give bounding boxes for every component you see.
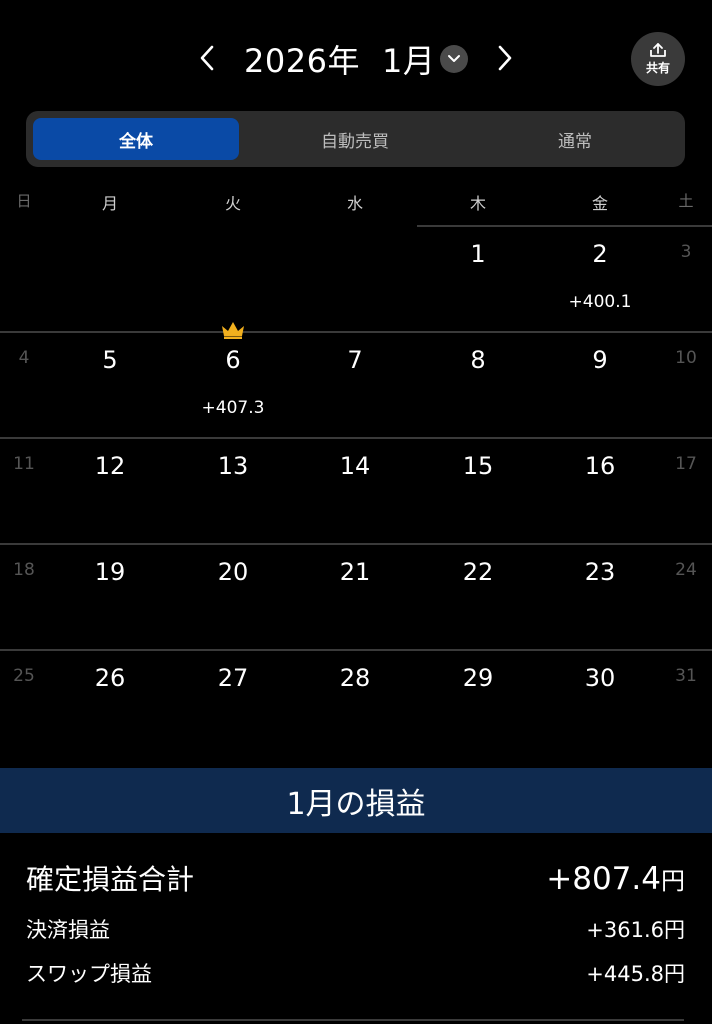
calendar-day[interactable]: 4 <box>19 348 30 368</box>
calendar-day[interactable]: 1 <box>470 240 485 268</box>
calendar-day[interactable]: 24 <box>675 560 697 580</box>
calendar-day[interactable]: 17 <box>675 454 697 474</box>
settlement-pnl-row: 決済損益 +361.6円 <box>26 914 685 944</box>
day-pnl: +407.3 <box>201 398 265 418</box>
weekday-sun: 日 <box>16 192 32 210</box>
calendar-day[interactable]: 20 <box>218 558 249 586</box>
swap-pnl-value: +445.8円 <box>586 962 685 986</box>
prev-month-button[interactable] <box>192 40 222 76</box>
tab-all[interactable]: 全体 <box>33 118 239 160</box>
calendar-day[interactable]: 25 <box>13 666 35 686</box>
weekday-thu: 木 <box>469 194 487 213</box>
month-dropdown-button[interactable] <box>440 45 468 73</box>
calendar-day[interactable]: 8 <box>470 346 485 374</box>
month-header: 2026年 1月 共有 <box>0 28 712 90</box>
calendar-day[interactable]: 13 <box>218 452 249 480</box>
chevron-down-icon <box>448 55 460 62</box>
share-button[interactable]: 共有 <box>631 32 685 86</box>
weekday-mon: 月 <box>101 194 119 213</box>
week-divider <box>417 225 712 227</box>
filter-segmented-control: 全体 自動売買 通常 <box>26 111 685 167</box>
calendar-day[interactable]: 23 <box>585 558 616 586</box>
settlement-pnl-value: +361.6円 <box>586 918 685 942</box>
weekday-fri: 金 <box>591 194 609 213</box>
calendar-day[interactable]: 21 <box>340 558 371 586</box>
calendar-day[interactable]: 5 <box>102 346 117 374</box>
calendar-day[interactable]: 6 <box>225 346 240 374</box>
share-icon <box>650 43 666 57</box>
chevron-right-icon <box>498 45 512 71</box>
monthly-pnl-title: 1月の損益 <box>286 786 426 822</box>
weekday-sat: 土 <box>678 192 694 210</box>
calendar-day[interactable]: 11 <box>13 454 35 474</box>
calendar-day[interactable]: 3 <box>681 242 692 262</box>
calendar-day[interactable]: 14 <box>340 452 371 480</box>
month-title: 2026年 1月 <box>244 36 435 82</box>
total-pnl-amount: +807.4 <box>546 861 661 897</box>
calendar-day[interactable]: 27 <box>218 664 249 692</box>
next-month-button[interactable] <box>490 40 520 76</box>
week-divider <box>0 331 712 333</box>
crown-icon <box>222 322 244 339</box>
bottom-divider <box>22 1019 684 1021</box>
swap-pnl-label: スワップ損益 <box>26 962 152 986</box>
calendar-day[interactable]: 7 <box>347 346 362 374</box>
weekday-tue: 火 <box>224 194 242 213</box>
calendar-day[interactable]: 22 <box>463 558 494 586</box>
calendar-day[interactable]: 15 <box>463 452 494 480</box>
week-divider <box>0 543 712 545</box>
month-label: 1月 <box>381 42 436 80</box>
calendar-day[interactable]: 9 <box>592 346 607 374</box>
weekday-header: 日 月 火 水 木 金 土 <box>0 190 712 214</box>
calendar-day[interactable]: 12 <box>95 452 126 480</box>
total-pnl-unit: 円 <box>661 867 685 895</box>
calendar-day[interactable]: 10 <box>675 348 697 368</box>
calendar-day[interactable]: 29 <box>463 664 494 692</box>
calendar-day[interactable]: 19 <box>95 558 126 586</box>
calendar-day[interactable]: 26 <box>95 664 126 692</box>
swap-pnl-row: スワップ損益 +445.8円 <box>26 958 685 988</box>
tab-auto-trading[interactable]: 自動売買 <box>252 118 458 160</box>
year-label: 2026年 <box>244 42 360 80</box>
calendar-day[interactable]: 16 <box>585 452 616 480</box>
total-pnl-value: +807.4円 <box>546 861 685 897</box>
weekday-wed: 水 <box>346 194 364 213</box>
total-pnl-label: 確定損益合計 <box>26 863 195 896</box>
calendar-day[interactable]: 2 <box>592 240 607 268</box>
chevron-left-icon <box>200 45 214 71</box>
week-divider <box>0 649 712 651</box>
total-pnl-row: 確定損益合計 +807.4円 <box>26 858 685 898</box>
calendar-day[interactable]: 18 <box>13 560 35 580</box>
tab-normal[interactable]: 通常 <box>472 118 678 160</box>
day-pnl: +400.1 <box>568 292 632 312</box>
calendar-day[interactable]: 30 <box>585 664 616 692</box>
calendar-day[interactable]: 31 <box>675 666 697 686</box>
settlement-pnl-label: 決済損益 <box>26 918 110 942</box>
share-label: 共有 <box>645 61 670 75</box>
monthly-pnl-header: 1月の損益 <box>0 768 712 833</box>
week-divider <box>0 437 712 439</box>
calendar-day[interactable]: 28 <box>340 664 371 692</box>
